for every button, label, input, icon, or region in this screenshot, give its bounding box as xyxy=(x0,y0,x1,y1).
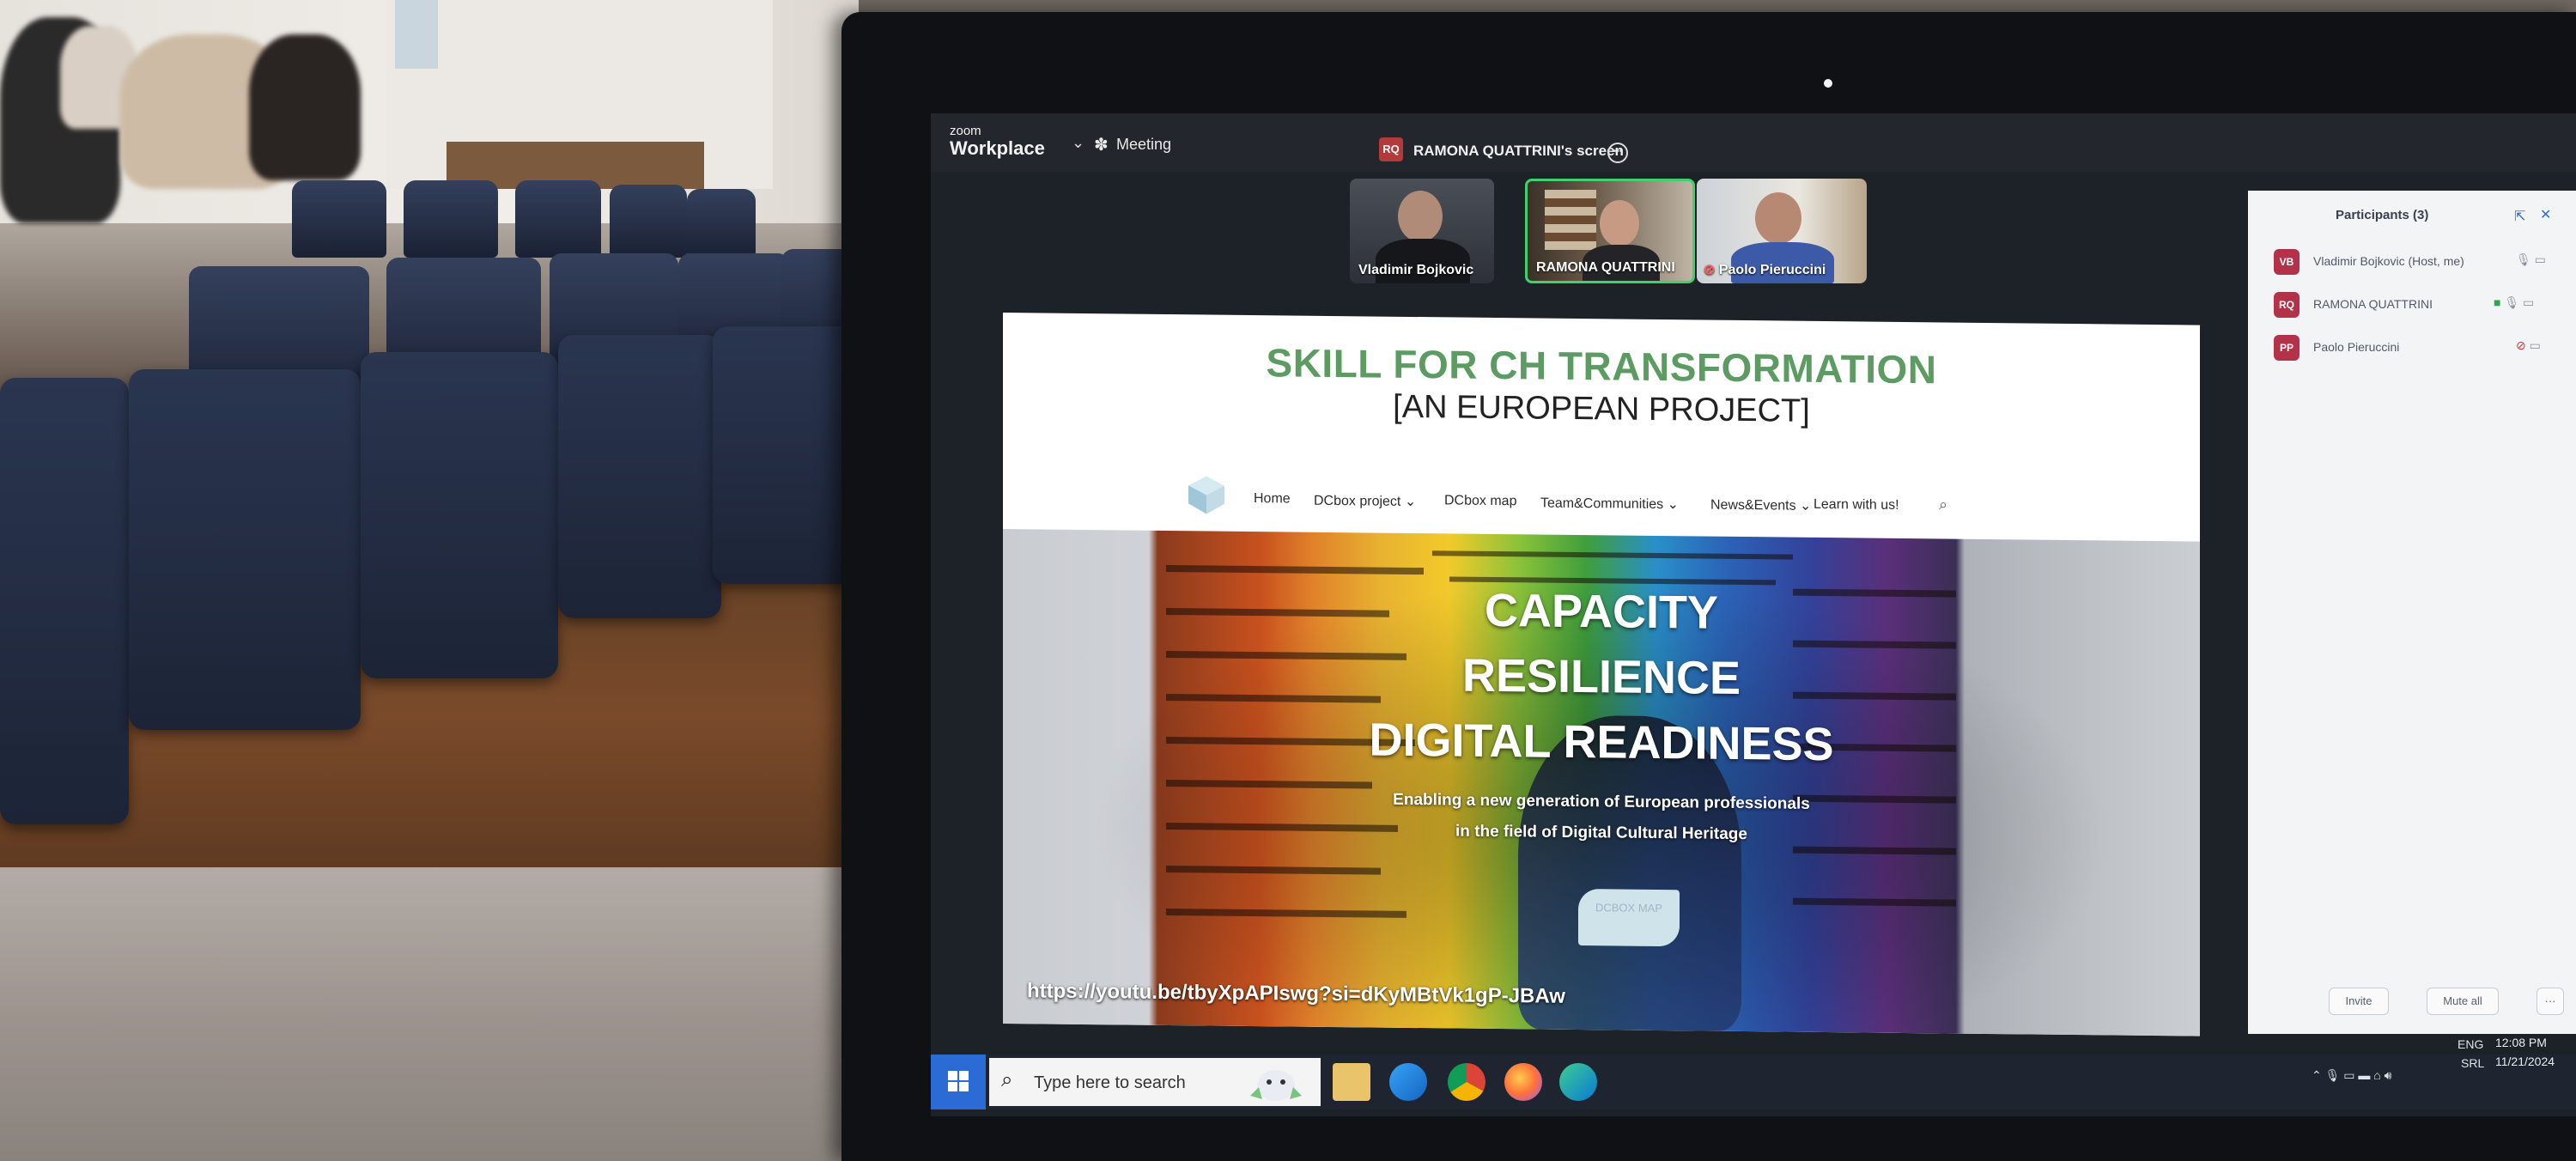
avatar: RQ xyxy=(2274,292,2300,318)
popout-icon[interactable]: ⇱ xyxy=(2514,208,2525,225)
nav-dcbox-project[interactable]: DCbox project ⌄ xyxy=(1314,492,1416,510)
zoom-workplace-logo[interactable]: Workplace xyxy=(950,137,1045,160)
share-screen-icon: ■ xyxy=(2494,295,2501,309)
participants-panel xyxy=(2248,191,2576,1034)
auditorium-seat xyxy=(687,189,756,258)
chevron-down-icon[interactable]: ⌄ xyxy=(1072,134,1084,152)
desk-surface xyxy=(0,867,859,1161)
participant-head xyxy=(1398,191,1443,242)
clock-time[interactable]: 12:08 PM xyxy=(2495,1036,2547,1049)
screen-share-label: RAMONA QUATTRINI's screen xyxy=(1413,143,1624,159)
muted-mic-icon: ⊘ xyxy=(2516,338,2526,352)
invite-button[interactable]: Invite xyxy=(2329,988,2389,1015)
chrome-icon[interactable] xyxy=(1448,1063,1485,1101)
windows-logo-icon xyxy=(948,1071,957,1080)
webcam xyxy=(1824,79,1832,88)
search-icon: ⌕ xyxy=(1001,1068,1013,1091)
thumbnail-name: RAMONA QUATTRINI xyxy=(1536,260,1675,275)
auditorium-seat xyxy=(404,180,498,258)
hero-banner: CAPACITY RESILIENCE DIGITAL READINESS En… xyxy=(1003,529,2200,1036)
participant-name: Vladimir Bojkovic (Host, me) xyxy=(2313,254,2464,268)
more-options-icon[interactable]: ··· xyxy=(2537,988,2564,1015)
video-thumbnail[interactable]: ⊘ Paolo Pieruccini xyxy=(1697,179,1867,283)
outlook-icon[interactable] xyxy=(1389,1063,1427,1101)
participant-head xyxy=(1600,200,1639,246)
language-indicator[interactable]: ENG xyxy=(2458,1037,2483,1051)
video-thumbnail-active[interactable]: RAMONA QUATTRINI xyxy=(1525,179,1695,283)
auditorium-seat xyxy=(292,180,386,258)
search-highlight-icon[interactable] xyxy=(1243,1061,1309,1104)
participant-name: RAMONA QUATTRINI xyxy=(2313,297,2433,311)
region-indicator: SRL xyxy=(2461,1056,2485,1070)
clock-date[interactable]: 11/21/2024 xyxy=(2495,1055,2555,1068)
windows-logo-icon xyxy=(959,1082,969,1091)
auditorium-seat xyxy=(558,335,721,618)
shared-website: SKILL FOR CH TRANSFORMATION [AN EUROPEAN… xyxy=(1003,313,2200,1036)
avatar: VB xyxy=(2274,249,2300,275)
mute-all-button[interactable]: Mute all xyxy=(2427,988,2499,1015)
lecture-room-background xyxy=(0,0,859,1161)
thumbnail-name: Vladimir Bojkovic xyxy=(1358,263,1474,277)
thumbnail-name: ⊘ Paolo Pieruccini xyxy=(1704,263,1826,277)
video-thumbnail[interactable]: Vladimir Bojkovic xyxy=(1350,179,1494,283)
muted-mic-icon: ⊘ xyxy=(1704,263,1716,277)
more-options-icon[interactable]: ••• xyxy=(1607,143,1628,163)
edge-icon[interactable] xyxy=(1559,1063,1597,1101)
meeting-icon[interactable]: ✽ xyxy=(1094,134,1109,155)
nav-team-communities[interactable]: Team&Communities ⌄ xyxy=(1540,495,1679,514)
zoom-top-bar xyxy=(931,113,2576,172)
auditorium-seat xyxy=(0,378,129,824)
system-tray-icons[interactable]: ⌃ 🎙︎ ▭ ▬ ⌂ 🔊︎ xyxy=(2312,1068,2391,1083)
meeting-menu[interactable]: Meeting xyxy=(1116,136,1171,154)
mic-video-icons[interactable]: 🎙︎ ▭ xyxy=(2516,252,2546,267)
file-explorer-icon[interactable] xyxy=(1333,1063,1370,1101)
nav-home[interactable]: Home xyxy=(1254,491,1291,507)
participant-name: Paolo Pieruccini xyxy=(2313,340,2400,354)
nav-learn-with-us[interactable]: Learn with us! xyxy=(1814,497,1899,514)
nav-dcbox-map[interactable]: DCbox map xyxy=(1444,493,1516,509)
dcbox-logo-icon[interactable] xyxy=(1185,472,1228,516)
auditorium-seat xyxy=(129,369,361,730)
start-button[interactable] xyxy=(931,1055,986,1109)
auditorium-seat xyxy=(361,352,558,678)
mic-video-icons[interactable]: ■ 🎙︎ ▭ xyxy=(2494,295,2534,310)
nav-news-events[interactable]: News&Events ⌄ xyxy=(1710,496,1811,514)
auditorium-seat xyxy=(713,326,859,584)
participants-title: Participants (3) xyxy=(2336,208,2429,222)
windows-logo-icon xyxy=(948,1082,957,1091)
sharer-avatar: RQ xyxy=(1379,137,1403,161)
firefox-icon[interactable] xyxy=(1504,1063,1542,1101)
dcbox-map-button[interactable]: DCBOX MAP xyxy=(1578,889,1680,947)
zoom-logo-small: zoom xyxy=(950,124,981,138)
wall-poster xyxy=(395,0,438,69)
participant-head xyxy=(1755,192,1801,244)
search-icon[interactable]: ⌕ xyxy=(1939,495,1947,514)
avatar: PP xyxy=(2274,335,2300,361)
auditorium-seat xyxy=(515,180,601,258)
search-placeholder[interactable]: Type here to search xyxy=(1034,1073,1186,1093)
close-icon[interactable]: ✕ xyxy=(2540,206,2551,223)
audience-person xyxy=(249,34,361,180)
bookshelf xyxy=(1545,190,1596,250)
windows-logo-icon xyxy=(959,1071,969,1080)
mic-video-icons[interactable]: ⊘ ▭ xyxy=(2516,338,2541,353)
auditorium-seat xyxy=(610,185,687,258)
